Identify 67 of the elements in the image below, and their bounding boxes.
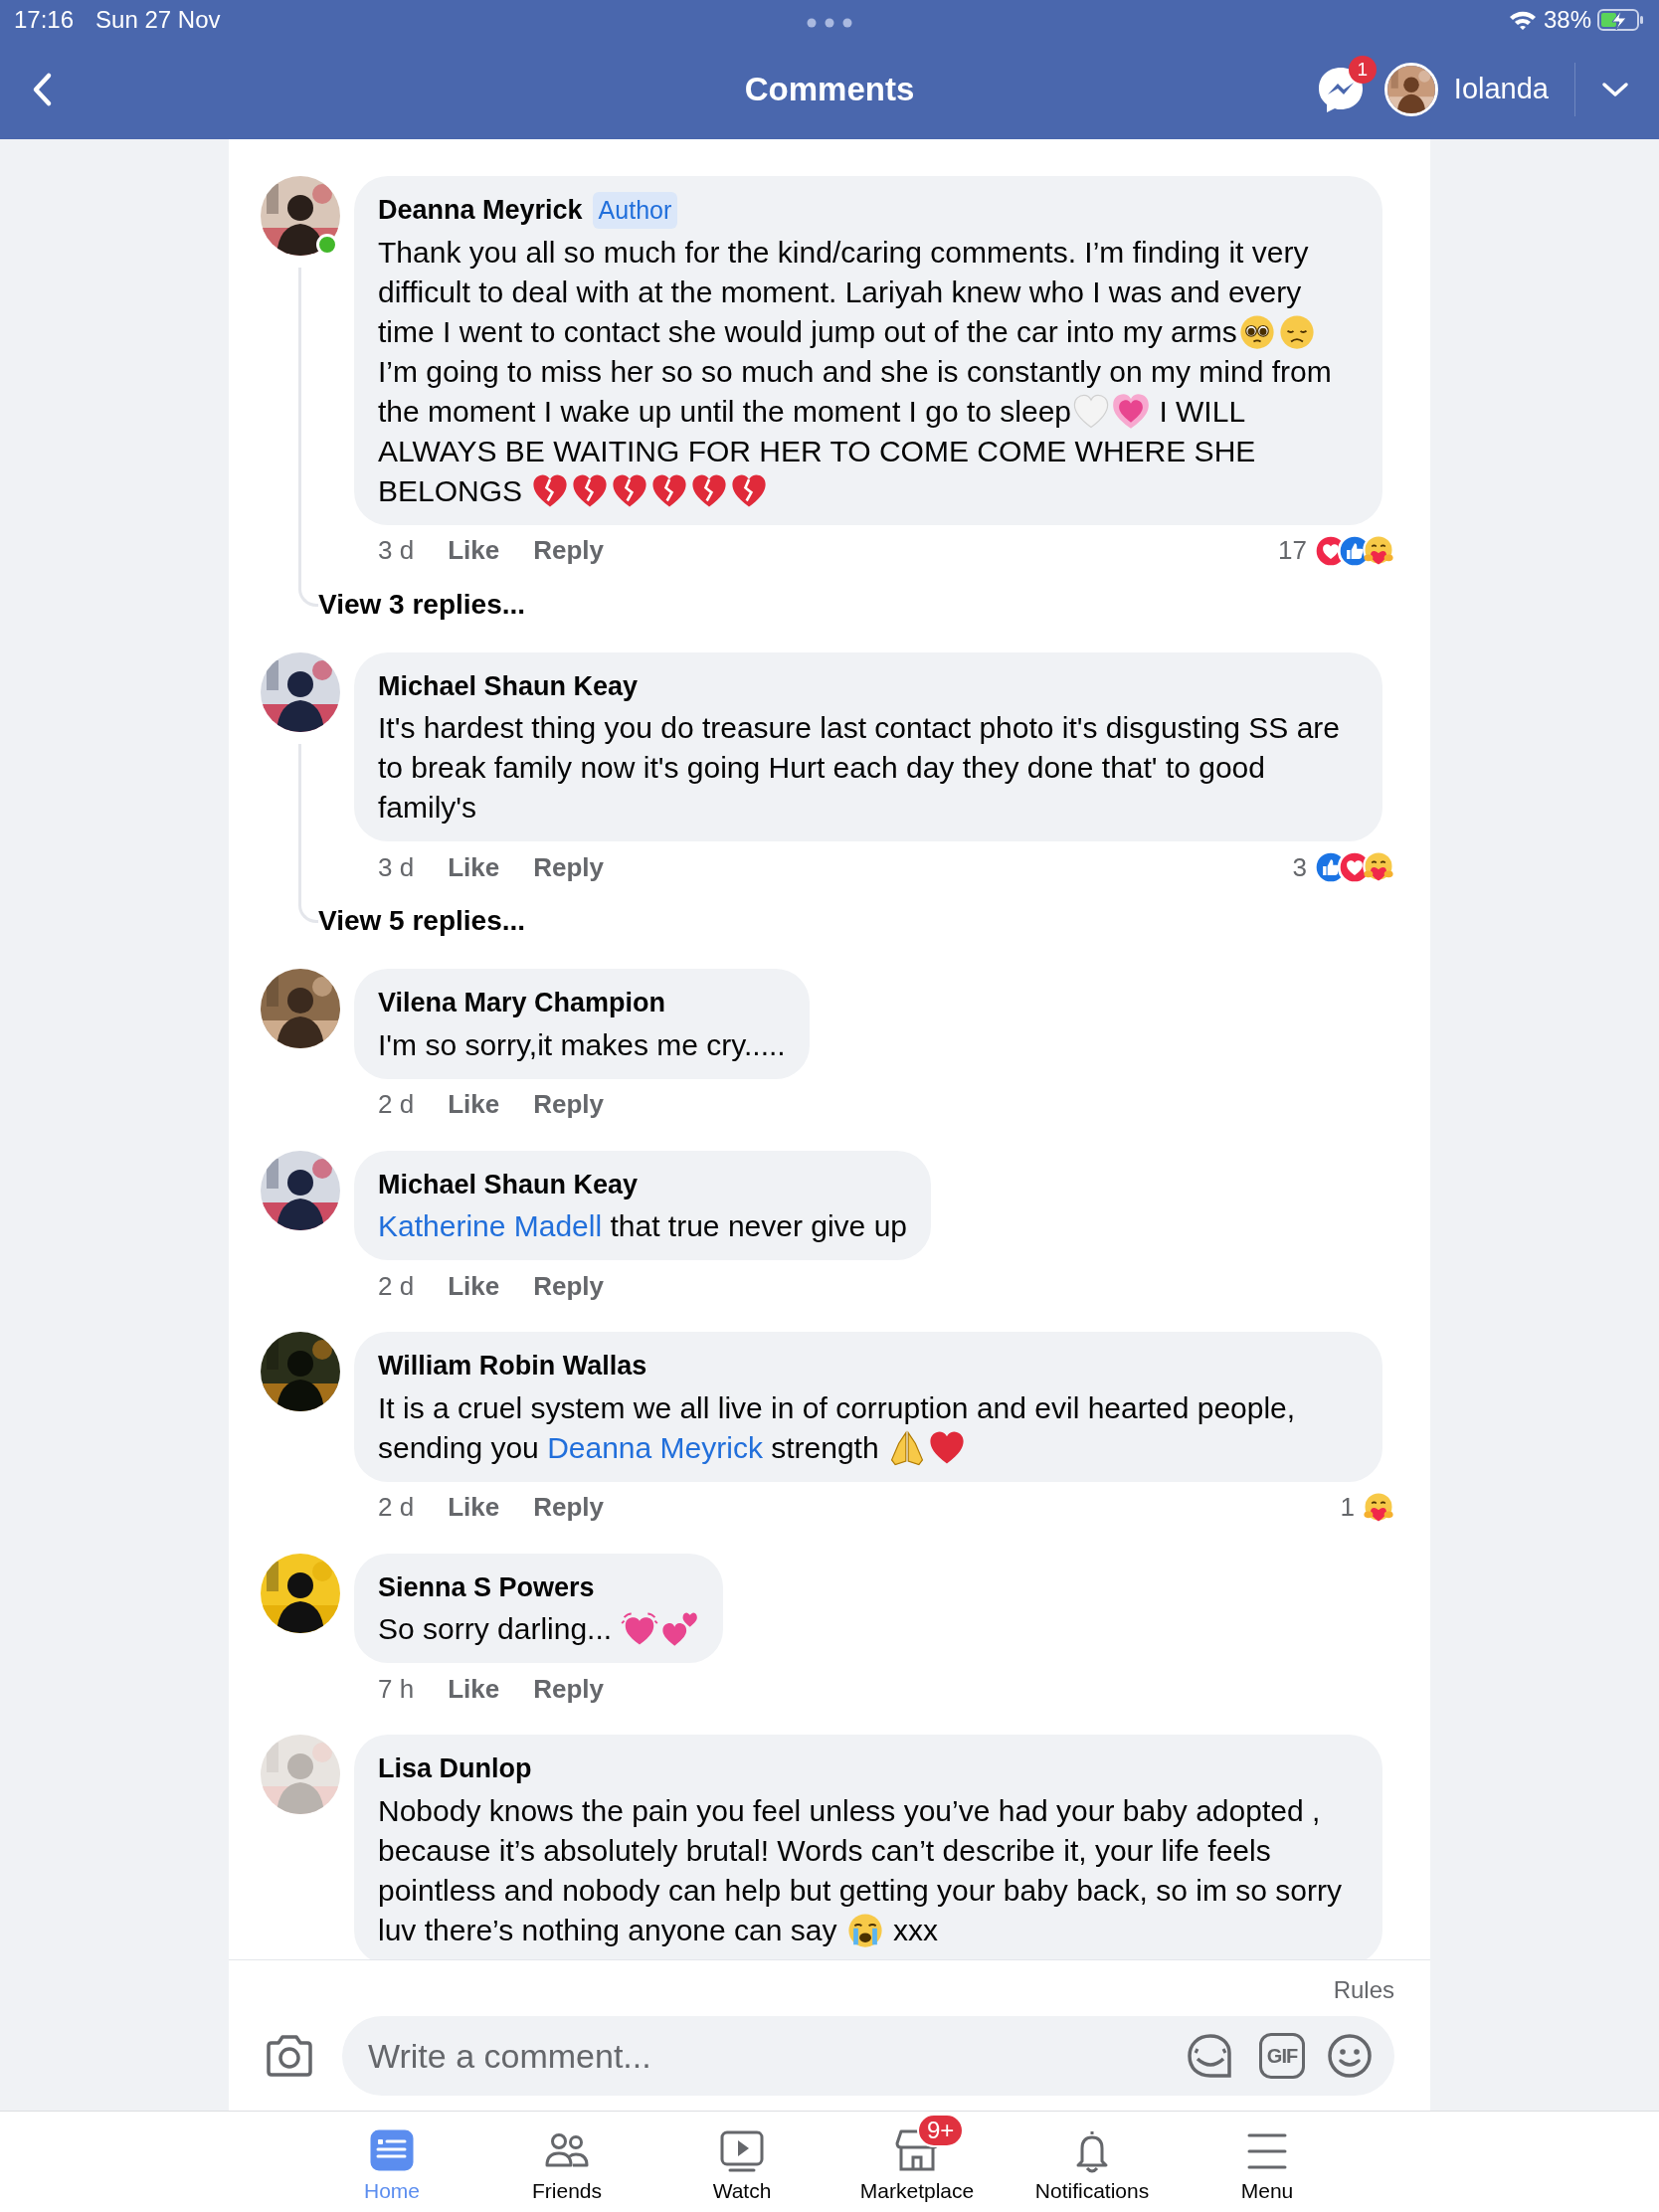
comment-text: I'm so sorry,it makes me cry..... bbox=[378, 1026, 786, 1063]
author-name[interactable]: Vilena Mary Champion bbox=[378, 983, 666, 1023]
multitasking-dots-icon[interactable] bbox=[807, 18, 852, 28]
growing-heart-icon bbox=[1112, 392, 1151, 431]
sad-face-icon bbox=[1277, 312, 1316, 351]
reaction-count: 17 bbox=[1278, 534, 1307, 567]
author-name[interactable]: Michael Shaun Keay bbox=[378, 665, 639, 706]
author-name[interactable]: Deanna Meyrick bbox=[378, 190, 583, 231]
crying-face-icon bbox=[845, 1911, 884, 1949]
outline-heart-icon bbox=[1072, 392, 1111, 431]
comment-text: So sorry darling... bbox=[378, 1609, 700, 1649]
chevron-down-icon[interactable] bbox=[1601, 81, 1629, 98]
tab-button[interactable]: Menu bbox=[1180, 2112, 1355, 2207]
author-name[interactable]: Sienna S Powers bbox=[378, 1567, 595, 1607]
view-replies-link[interactable]: View 5 replies... bbox=[318, 900, 526, 942]
rules-link[interactable]: Rules bbox=[1333, 1972, 1394, 2008]
comment-time: 3 d bbox=[378, 850, 415, 884]
comment-input[interactable]: Write a comment... GIF bbox=[342, 2016, 1394, 2096]
like-button[interactable]: Like bbox=[448, 1488, 500, 1527]
user-name[interactable]: Iolanda bbox=[1453, 68, 1549, 111]
reaction-count: 3 bbox=[1292, 850, 1307, 884]
reaction-count: 1 bbox=[1340, 1491, 1355, 1524]
comment-text: Thank you all so much for the kind/caring comments. I’m finding it very difficult to deal with at the moment. Lariyah knew who I was and every time I went to contact she would jump out of the car into my arms I’m going to miss her so so much and she is constantly on my mind from the moment I wake up until the moment I go to sleep I WILL ALWAYS BE WAITING FOR HER TO COME COME WHERE SHE BELONGS bbox=[378, 232, 1359, 511]
reply-button[interactable]: Reply bbox=[533, 1488, 604, 1527]
comment-time: 2 d bbox=[378, 1269, 415, 1303]
like-button[interactable]: Like bbox=[448, 1266, 500, 1306]
comment-time: 3 d bbox=[378, 534, 415, 567]
author-name[interactable]: Michael Shaun Keay bbox=[378, 1164, 639, 1204]
comment-text: It's hardest thing you do treasure last contact photo it's disgusting SS are to break family now it's going Hurt each day they done that' to good family's bbox=[378, 710, 1341, 826]
tab-button[interactable]: Home bbox=[304, 2112, 479, 2207]
comment-text: Nobody knows the pain you feel unless you’ve had your baby adopted , because it’s absolutely brutal! Words can’t describe it, your life feels pointless and nobody can help but getting your baby back, so im so sorry luv there’s nothing anyone can say xxx bbox=[378, 1790, 1359, 1950]
reply-button[interactable]: Reply bbox=[533, 847, 604, 887]
mention-link[interactable]: Deanna Meyrick bbox=[547, 1430, 763, 1464]
view-replies-link[interactable]: View 3 replies... bbox=[318, 583, 526, 626]
tab-button[interactable]: Friends bbox=[479, 2112, 654, 2207]
notification-badge: 1 bbox=[1348, 56, 1377, 84]
notification-badge: 9+ bbox=[917, 2114, 965, 2147]
like-button[interactable]: Like bbox=[448, 847, 500, 887]
tab-button[interactable]: Watch bbox=[654, 2112, 830, 2207]
page-title: Comments bbox=[744, 71, 915, 108]
battery-percentage: 38% bbox=[1543, 5, 1591, 35]
comment-text: Katherine Madell that true never give up bbox=[378, 1208, 907, 1244]
reply-button[interactable]: Reply bbox=[533, 531, 604, 570]
author-name[interactable]: Lisa Dunlop bbox=[378, 1749, 532, 1789]
like-button[interactable]: Like bbox=[448, 531, 500, 570]
tab-button[interactable]: Notifications bbox=[1005, 2112, 1180, 2207]
like-button[interactable]: Like bbox=[448, 1085, 500, 1124]
status-date: Sun 27 Nov bbox=[95, 5, 221, 35]
reply-button[interactable]: Reply bbox=[533, 1266, 604, 1306]
battery-charging-icon bbox=[1597, 8, 1645, 32]
mention-link[interactable]: Katherine Madell bbox=[378, 1209, 603, 1242]
reply-button[interactable]: Reply bbox=[533, 1085, 604, 1124]
reply-button[interactable]: Reply bbox=[533, 1669, 604, 1709]
gif-button[interactable]: GIF bbox=[1259, 2033, 1305, 2079]
camera-icon[interactable] bbox=[265, 2034, 314, 2078]
status-time: 17:16 bbox=[14, 5, 75, 35]
comment-time: 7 h bbox=[378, 1672, 415, 1706]
author-badge: Author bbox=[592, 191, 678, 229]
comment-time: 2 d bbox=[378, 1491, 415, 1524]
tab-button[interactable]: 9+ Marketplace bbox=[830, 2112, 1005, 2207]
comment-time: 2 d bbox=[378, 1088, 415, 1121]
pleading-face-icon bbox=[1237, 312, 1276, 351]
emoji-icon[interactable] bbox=[1327, 2033, 1373, 2079]
comment-text: It is a cruel system we all live in of corruption and evil hearted people, sending you Deanna Meyrick strength bbox=[378, 1387, 1359, 1468]
two-hearts-icon bbox=[660, 1610, 699, 1648]
author-name[interactable]: William Robin Wallas bbox=[378, 1346, 647, 1386]
like-button[interactable]: Like bbox=[448, 1669, 500, 1709]
